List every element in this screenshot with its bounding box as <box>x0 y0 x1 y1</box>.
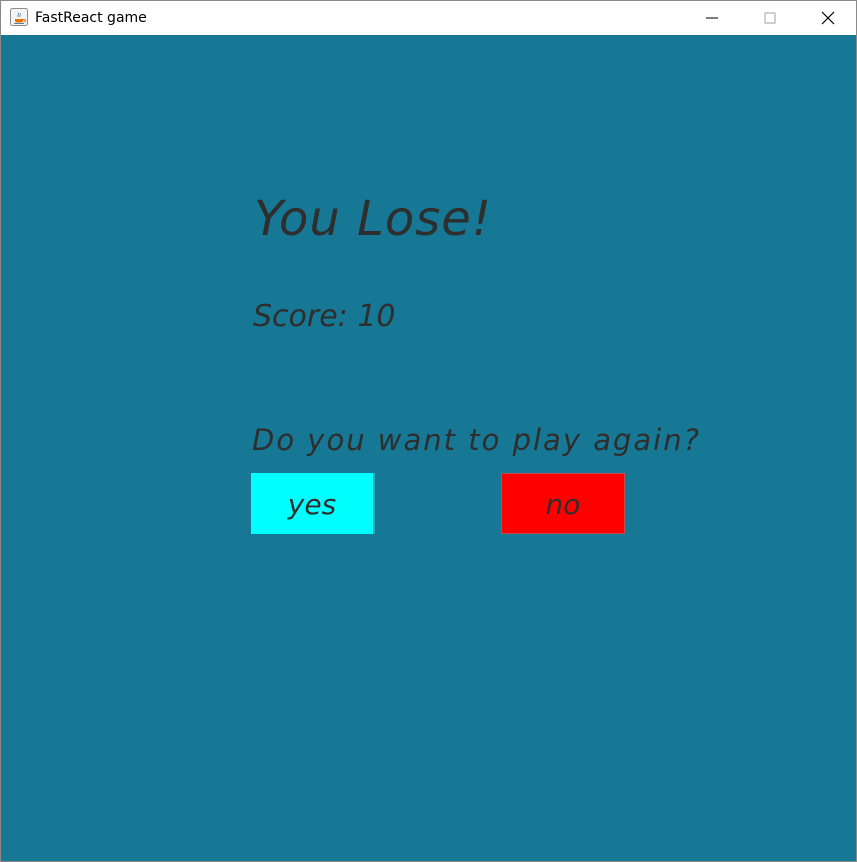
window-title: FastReact game <box>35 10 147 26</box>
maximize-button[interactable] <box>741 1 799 35</box>
java-app-icon <box>10 8 28 26</box>
game-window: FastReact game You Lose! Score: 10 Do yo… <box>0 0 857 862</box>
result-headline: You Lose! <box>254 191 492 247</box>
game-over-panel: You Lose! Score: 10 Do you want to play … <box>1 35 856 861</box>
maximize-icon <box>764 12 776 24</box>
score-label: Score: 10 <box>253 299 396 334</box>
close-button[interactable] <box>799 1 857 35</box>
minimize-icon <box>706 17 718 19</box>
yes-button[interactable]: yes <box>251 473 375 534</box>
no-button[interactable]: no <box>501 473 625 534</box>
close-icon <box>821 11 835 25</box>
play-again-question: Do you want to play again? <box>252 423 701 457</box>
no-button-label: no <box>545 488 581 521</box>
title-bar: FastReact game <box>1 1 856 35</box>
minimize-button[interactable] <box>683 1 741 35</box>
yes-button-label: yes <box>287 488 337 521</box>
